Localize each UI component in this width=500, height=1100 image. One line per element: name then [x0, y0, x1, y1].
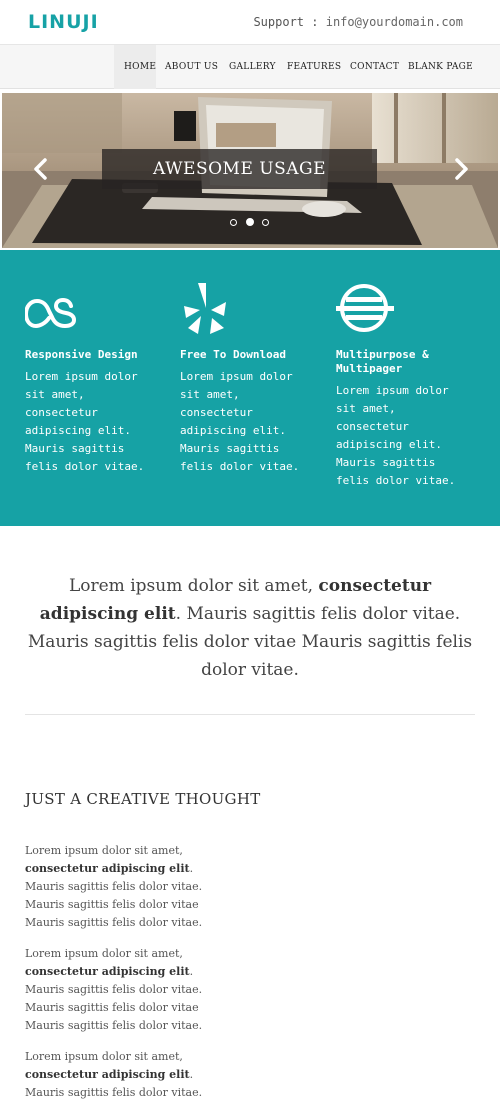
slider-dot-1[interactable] — [230, 219, 237, 226]
feature-title: Multipurpose & Multipager — [336, 348, 429, 375]
slider-next-button[interactable] — [452, 157, 470, 181]
slide-caption: AWESOME USAGE — [102, 149, 377, 189]
yelp-icon — [184, 283, 226, 334]
slider-dot-3[interactable] — [262, 219, 269, 226]
thought-paragraph: Lorem ipsum dolor sit amet, consectetur … — [25, 1050, 203, 1099]
hero-slider: AWESOME USAGE — [2, 93, 498, 248]
features-section: Responsive Design Lorem ipsum dolor sit … — [0, 250, 500, 526]
nav-item-about-us[interactable]: ABOUT US — [165, 45, 218, 89]
section-divider — [25, 714, 475, 715]
globe-icon — [336, 284, 394, 332]
thought-paragraph: Lorem ipsum dolor sit amet, consectetur … — [25, 947, 203, 1032]
thought-paragraph: Lorem ipsum dolor sit amet, consectetur … — [25, 844, 203, 929]
site-logo[interactable]: LINUJI — [28, 11, 99, 33]
slider-prev-button[interactable] — [32, 157, 50, 181]
lastfm-icon — [25, 297, 77, 329]
nav-item-features[interactable]: FEATURES — [287, 45, 341, 89]
feature-description: Lorem ipsum dolor sit amet, consectetur … — [336, 384, 456, 487]
feature-title: Responsive Design — [25, 348, 138, 361]
feature-responsive-design: Responsive Design Lorem ipsum dolor sit … — [25, 250, 175, 526]
slider-dot-2[interactable] — [246, 218, 254, 226]
chevron-left-icon — [34, 158, 47, 180]
nav-item-home[interactable]: HOME — [114, 45, 156, 89]
feature-title: Free To Download — [180, 348, 286, 361]
nav-item-contact[interactable]: CONTACT — [350, 45, 399, 89]
section-heading: JUST A CREATIVE THOUGHT — [25, 790, 261, 808]
support-label: Support : — [253, 15, 319, 29]
top-header: LINUJI Support : info@yourdomain.com — [0, 0, 500, 45]
slider-indicators — [230, 218, 272, 228]
support-email-link[interactable]: info@yourdomain.com — [326, 15, 463, 29]
feature-description: Lorem ipsum dolor sit amet, consectetur … — [25, 370, 145, 473]
support-contact: Support : info@yourdomain.com — [253, 15, 463, 29]
nav-item-gallery[interactable]: GALLERY — [229, 45, 276, 89]
chevron-right-icon — [455, 158, 468, 180]
feature-free-download: Free To Download Lorem ipsum dolor sit a… — [180, 250, 330, 526]
feature-multipurpose: Multipurpose & Multipager Lorem ipsum do… — [336, 250, 486, 526]
feature-description: Lorem ipsum dolor sit amet, consectetur … — [180, 370, 300, 473]
nav-item-blank-page[interactable]: BLANK PAGE — [408, 45, 473, 89]
main-navigation: HOME ABOUT US GALLERY FEATURES CONTACT B… — [0, 45, 500, 89]
intro-text: Lorem ipsum dolor sit amet, consectetur … — [27, 576, 473, 680]
